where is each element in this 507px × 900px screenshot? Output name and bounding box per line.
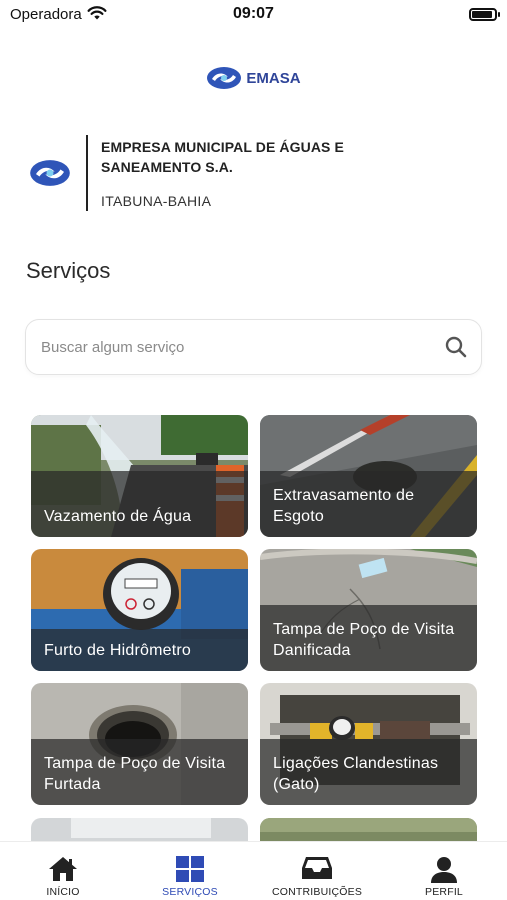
tab-servicos[interactable]: SERVIÇOS (127, 842, 253, 900)
header-logo-text: EMASA (246, 69, 301, 87)
service-card-tampa-danificada[interactable]: Tampa de Poço de Visita Danificada (260, 549, 477, 671)
service-card-vazamento[interactable]: Vazamento de Água (31, 415, 248, 537)
tab-inicio[interactable]: INÍCIO (0, 842, 126, 900)
tab-label: CONTRIBUIÇÕES (271, 886, 363, 898)
company-name: EMPRESA MUNICIPAL DE ÁGUAS E SANEAMENTO … (101, 139, 344, 175)
home-icon (48, 856, 78, 887)
service-card-extravasamento[interactable]: Extravasamento de Esgoto (260, 415, 477, 537)
search-icon[interactable] (445, 336, 467, 363)
search-input[interactable] (41, 320, 421, 374)
service-card-label: Tampa de Poço de Visita Danificada (273, 621, 455, 659)
service-photo (31, 818, 248, 841)
battery-icon (469, 8, 500, 21)
tab-label: INÍCIO (46, 886, 80, 898)
company-city: ITABUNA-BAHIA (101, 193, 212, 209)
grid-icon (176, 856, 204, 887)
inbox-icon (301, 856, 333, 885)
status-bar: Operadora 09:07 (0, 0, 507, 30)
tab-label: SERVIÇOS (162, 886, 218, 898)
tab-bar: INÍCIO SERVIÇOS CONTRIBUIÇÕES PERFIL (0, 841, 507, 900)
tab-contribuicoes[interactable]: CONTRIBUIÇÕES (254, 842, 380, 900)
services-grid: Vazamento de Água Extravasamento de Esgo… (31, 415, 477, 841)
service-photo (260, 818, 477, 841)
service-card-label: Vazamento de Água (44, 508, 192, 525)
tab-label: PERFIL (425, 886, 463, 898)
status-time: 09:07 (233, 5, 274, 22)
header-logo: EMASA (0, 66, 507, 94)
company-divider (86, 135, 88, 211)
service-card-label: Extravasamento de Esgoto (273, 487, 415, 525)
company-info: EMPRESA MUNICIPAL DE ÁGUAS E SANEAMENTO … (28, 135, 488, 215)
service-card-hidrometro[interactable]: Furto de Hidrômetro (31, 549, 248, 671)
service-card-tampa-furtada[interactable]: Tampa de Poço de Visita Furtada (31, 683, 248, 805)
service-card-partial[interactable] (260, 818, 477, 841)
company-logo-icon (28, 159, 72, 192)
tab-perfil[interactable]: PERFIL (381, 842, 507, 900)
card-overlay (31, 471, 248, 537)
service-card-ligacoes[interactable]: Ligações Clandestinas (Gato) (260, 683, 477, 805)
service-card-label: Furto de Hidrômetro (44, 642, 191, 659)
search-bar (25, 319, 482, 375)
page-title: Serviços (26, 258, 111, 283)
service-card-partial[interactable] (31, 818, 248, 841)
service-card-label: Ligações Clandestinas (Gato) (273, 755, 439, 793)
user-icon (430, 856, 458, 889)
service-card-label: Tampa de Poço de Visita Furtada (44, 755, 226, 793)
emasa-logo-icon (207, 67, 242, 89)
